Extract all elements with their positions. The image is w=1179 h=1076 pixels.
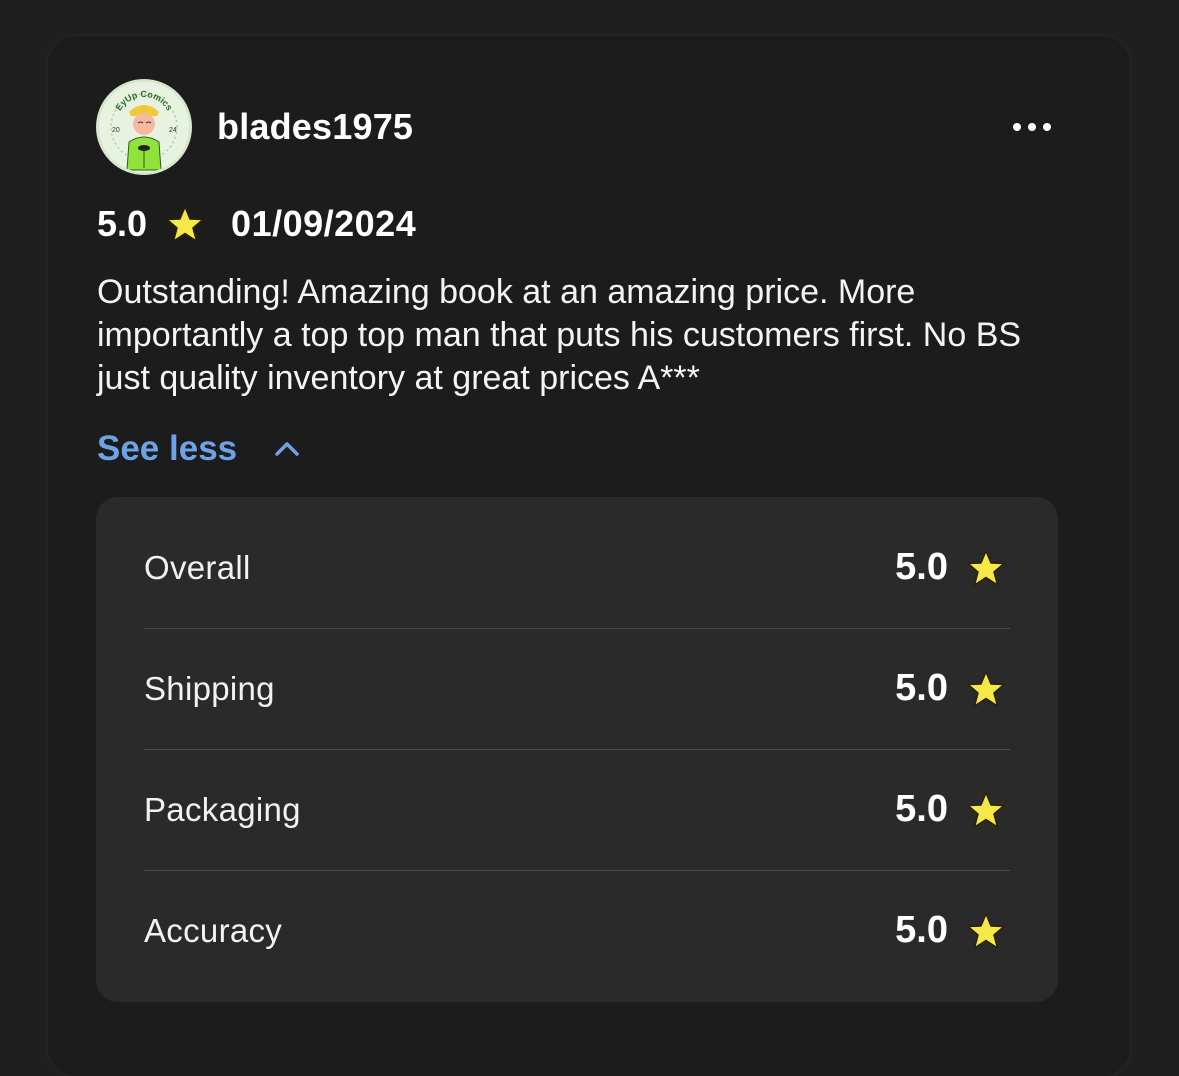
breakdown-row-shipping: Shipping 5.0 (144, 628, 1010, 750)
breakdown-label: Accuracy (144, 911, 283, 949)
more-horizontal-icon-dot (1043, 123, 1051, 131)
breakdown-value: 5.0 (895, 667, 1006, 710)
breakdown-score: 5.0 (895, 909, 948, 951)
rating-breakdown-panel: Overall 5.0 Shipping 5.0 Packaging 5.0 A… (96, 497, 1058, 1002)
more-horizontal-icon (1013, 123, 1021, 131)
avatar-logo-icon: EyUp Comics 20 24 (100, 83, 188, 171)
breakdown-label: Packaging (144, 790, 301, 828)
breakdown-row-overall: Overall 5.0 (144, 507, 1010, 629)
more-options-button[interactable] (1000, 110, 1064, 144)
breakdown-value: 5.0 (895, 788, 1006, 831)
chevron-up-icon (275, 442, 299, 456)
breakdown-score: 5.0 (895, 788, 948, 830)
avatar-year-right: 24 (169, 127, 177, 134)
star-icon (967, 791, 1005, 828)
see-less-button[interactable]: See less (97, 427, 301, 471)
star-icon (166, 206, 204, 242)
breakdown-value: 5.0 (895, 546, 1006, 589)
breakdown-row-accuracy: Accuracy 5.0 (144, 870, 1010, 991)
breakdown-label: Shipping (144, 669, 275, 707)
more-horizontal-icon-dot (1028, 123, 1036, 131)
breakdown-label: Overall (144, 548, 251, 586)
breakdown-score: 5.0 (895, 546, 948, 588)
review-date: 01/09/2024 (231, 203, 417, 244)
star-icon (967, 549, 1005, 586)
review-body: Outstanding! Amazing book at an amazing … (97, 273, 1022, 397)
avatar-year-left: 20 (112, 127, 120, 134)
review-rating-line: 5.0 01/09/2024 (97, 199, 416, 249)
breakdown-row-packaging: Packaging 5.0 (144, 749, 1010, 871)
breakdown-value: 5.0 (895, 909, 1006, 952)
star-icon (967, 912, 1005, 949)
username[interactable]: blades1975 (217, 107, 413, 147)
avatar[interactable]: EyUp Comics 20 24 (96, 79, 192, 175)
see-less-label: See less (97, 429, 238, 468)
star-icon (967, 670, 1005, 707)
review-rating: 5.0 (97, 203, 148, 244)
breakdown-score: 5.0 (895, 667, 948, 709)
